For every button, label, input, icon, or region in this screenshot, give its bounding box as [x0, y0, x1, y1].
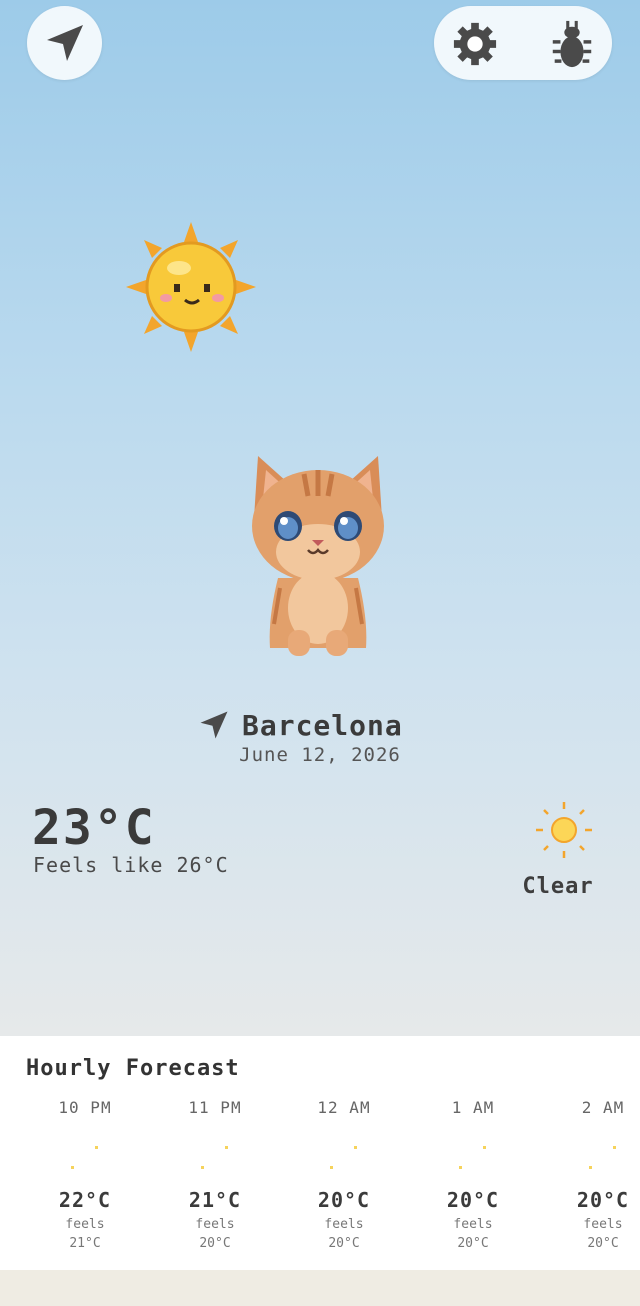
location-arrow-icon: [200, 711, 228, 739]
hourly-item[interactable]: 2 AM 20°C feels 20°C: [543, 1098, 640, 1250]
hour-feels-value: 20°C: [199, 1236, 231, 1251]
hour-feels-label: feels: [65, 1217, 105, 1232]
current-date: June 12, 2026: [239, 744, 401, 766]
cat-character-icon: [252, 456, 384, 656]
hour-time: 12 AM: [317, 1098, 371, 1117]
current-temperature: 23°C: [32, 800, 156, 856]
bottom-bar: [0, 1270, 640, 1306]
hourly-forecast-panel[interactable]: Hourly Forecast 10 PM 22°C feels 21°C 11…: [0, 1036, 640, 1270]
hour-time: 1 AM: [451, 1098, 495, 1117]
hourly-item[interactable]: 1 AM 20°C feels 20°C: [413, 1098, 533, 1250]
hour-temp: 22°C: [58, 1188, 112, 1212]
bug-icon[interactable]: [552, 19, 592, 69]
city-name: Barcelona: [242, 708, 403, 742]
gear-icon[interactable]: [452, 21, 498, 67]
hour-temp: 20°C: [446, 1188, 500, 1212]
moon-icon: [459, 1146, 486, 1170]
moon-icon: [71, 1146, 98, 1170]
location-row[interactable]: Barcelona: [196, 706, 456, 744]
hour-feels-value: 20°C: [328, 1236, 360, 1251]
hour-time: 10 PM: [58, 1098, 112, 1117]
hour-temp: 20°C: [317, 1188, 371, 1212]
hour-feels-label: feels: [453, 1217, 493, 1232]
hour-feels-value: 20°C: [587, 1236, 619, 1251]
hourly-forecast-title: Hourly Forecast: [26, 1056, 240, 1081]
sun-icon: [536, 802, 592, 858]
hour-feels-label: feels: [324, 1217, 364, 1232]
feels-like: Feels like 26°C: [33, 853, 229, 877]
hourly-item[interactable]: 10 PM 22°C feels 21°C: [25, 1098, 145, 1250]
moon-icon: [330, 1146, 357, 1170]
hour-feels-label: feels: [583, 1217, 623, 1232]
hourly-item[interactable]: 12 AM 20°C feels 20°C: [284, 1098, 404, 1250]
hourly-item[interactable]: 11 PM 21°C feels 20°C: [155, 1098, 275, 1250]
hour-feels-value: 21°C: [69, 1236, 101, 1251]
location-button[interactable]: [27, 6, 102, 80]
toolbar-pill: [434, 6, 612, 80]
moon-icon: [201, 1146, 228, 1170]
hour-time: 2 AM: [581, 1098, 625, 1117]
hour-feels-value: 20°C: [457, 1236, 489, 1251]
hour-time: 11 PM: [188, 1098, 242, 1117]
sun-character-icon: [126, 222, 256, 352]
moon-icon: [589, 1146, 616, 1170]
condition-label: Clear: [522, 874, 594, 899]
hour-temp: 20°C: [576, 1188, 630, 1212]
location-arrow-icon: [46, 25, 83, 61]
hour-feels-label: feels: [195, 1217, 235, 1232]
hour-temp: 21°C: [188, 1188, 242, 1212]
